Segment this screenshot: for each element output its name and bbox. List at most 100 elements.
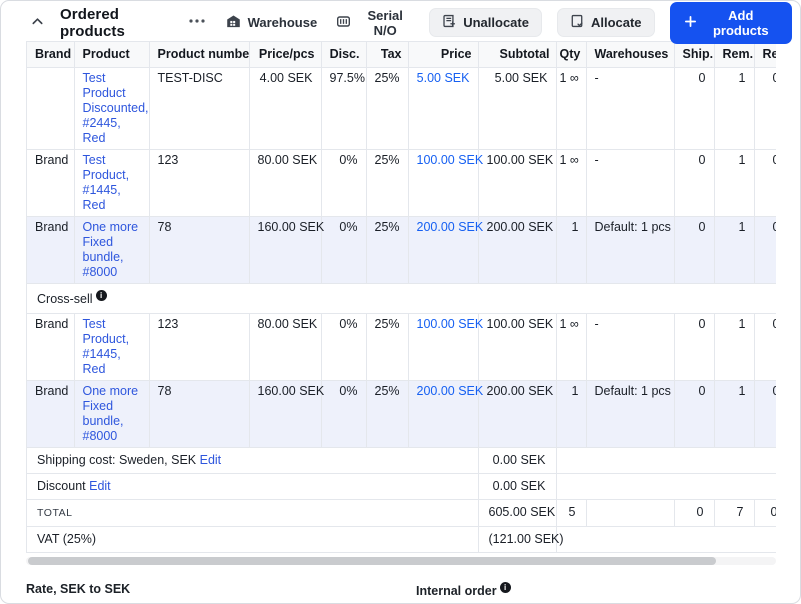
section-title: Ordered products (60, 6, 185, 40)
product-row: BrandTest Product, #1445, Red12380.00 SE… (27, 150, 776, 217)
cell-number: 78 (149, 217, 249, 284)
header-actions: Warehouse Serial N/O Unallocate Allocate (185, 2, 792, 44)
summary-row-discount: Discount Edit 0.00 SEK (27, 474, 776, 500)
summary-row-discount-value: 0.00 SEK (478, 474, 556, 500)
cell-qty: 1 ∞ (556, 150, 586, 217)
summary-row-vat: VAT (25%)(121.00 SEK) (27, 527, 776, 553)
warehouse-button[interactable]: Warehouse (224, 10, 320, 36)
serial-no-button[interactable]: Serial N/O (334, 4, 414, 42)
column-header-disc: Disc. (321, 42, 366, 68)
total-warehouses (586, 500, 674, 527)
cell-price-pcs: 80.00 SEK (249, 314, 321, 381)
table-body: Test Product Discounted, #2445, RedTEST-… (27, 68, 776, 553)
price-link[interactable]: 200.00 SEK (417, 384, 484, 398)
product-row: BrandOne more Fixed bundle, #800078160.0… (27, 381, 776, 448)
shipping-edit-link[interactable]: Edit (200, 453, 222, 467)
column-header-ship: Ship. (674, 42, 714, 68)
cell-price-pcs: 80.00 SEK (249, 150, 321, 217)
cell-subtotal: 200.00 SEK (478, 217, 556, 284)
cross-sell-row: Cross-selli (27, 284, 776, 314)
cell-price-pcs: 4.00 SEK (249, 68, 321, 150)
discount-edit-link[interactable]: Edit (89, 479, 111, 493)
cell-ship: 0 (674, 217, 714, 284)
product-link[interactable]: Test Product Discounted, #2445, Red (83, 71, 149, 145)
product-link[interactable]: Test Product, #1445, Red (83, 317, 130, 376)
cell-ship: 0 (674, 150, 714, 217)
column-header-price-pcs: Price/pcs (249, 42, 321, 68)
product-link[interactable]: Test Product, #1445, Red (83, 153, 130, 212)
shipping-cost-label: Shipping cost: Sweden, SEK (37, 453, 200, 467)
products-table: BrandProductProduct numberPrice/pcsDisc.… (27, 42, 776, 553)
add-products-label: Add products (704, 8, 778, 38)
summary-row-total-label-cell: TOTAL (27, 500, 478, 527)
price-link[interactable]: 200.00 SEK (417, 220, 484, 234)
cell-price: 100.00 SEK (408, 150, 478, 217)
cell-product: Test Product, #1445, Red (74, 314, 149, 381)
table-header-row: BrandProductProduct numberPrice/pcsDisc.… (27, 42, 776, 68)
unallocate-label: Unallocate (463, 15, 529, 30)
cell-price-pcs: 160.00 SEK (249, 381, 321, 448)
cell-warehouses: Default: 1 pcs (586, 381, 674, 448)
cell-ship: 0 (674, 381, 714, 448)
cell-rem: 1 (714, 150, 754, 217)
column-header-product: Product (74, 42, 149, 68)
summary-row-total: TOTAL605.00 SEK5070 (27, 500, 776, 527)
cell-price-pcs: 160.00 SEK (249, 217, 321, 284)
total-ship: 0 (674, 500, 714, 527)
chevron-up-icon (30, 14, 45, 32)
column-header-tax: Tax (366, 42, 408, 68)
product-link[interactable]: One more Fixed bundle, #8000 (83, 384, 139, 443)
rate-label: Rate, SEK to SEK (26, 582, 304, 596)
cell-brand: Brand (27, 314, 74, 381)
column-header-price: Price (408, 42, 478, 68)
price-link[interactable]: 5.00 SEK (417, 71, 470, 85)
column-header-subtotal: Subtotal (478, 42, 556, 68)
cell-tax: 25% (366, 217, 408, 284)
add-products-button[interactable]: Add products (670, 2, 792, 44)
unallocate-button[interactable]: Unallocate (429, 8, 542, 37)
cell-rem: 1 (714, 68, 754, 150)
horizontal-scrollbar[interactable] (26, 557, 776, 565)
cell-brand: Brand (27, 150, 74, 217)
empty-cell (556, 448, 776, 474)
cell-qty: 1 (556, 381, 586, 448)
discount-label: Discount (37, 479, 89, 493)
allocate-label: Allocate (591, 15, 642, 30)
column-header-brand: Brand (27, 42, 74, 68)
cell-disc: 0% (321, 314, 366, 381)
cell-tax: 25% (366, 68, 408, 150)
cell-product: Test Product, #1445, Red (74, 150, 149, 217)
cross-sell-label: Cross-sell (37, 292, 93, 306)
cell-ret: 0 (754, 381, 776, 448)
cell-warehouses: Default: 1 pcs (586, 217, 674, 284)
scrollbar-thumb[interactable] (28, 557, 716, 565)
cell-ret: 0 (754, 150, 776, 217)
column-header-qty: Qty (556, 42, 586, 68)
cell-rem: 1 (714, 381, 754, 448)
ordered-products-card: Ordered products Warehouse Serial N/O (0, 0, 801, 604)
total-ret: 0 (754, 500, 776, 527)
cell-subtotal: 5.00 SEK (478, 68, 556, 150)
cell-tax: 25% (366, 381, 408, 448)
info-icon: i (96, 290, 107, 301)
cell-ship: 0 (674, 314, 714, 381)
allocate-button[interactable]: Allocate (557, 8, 655, 37)
summary-row-total-value: 605.00 SEK (478, 500, 556, 527)
cell-qty: 1 (556, 217, 586, 284)
cell-ship: 0 (674, 68, 714, 150)
cell-tax: 25% (366, 150, 408, 217)
column-header-rem: Rem. (714, 42, 754, 68)
price-link[interactable]: 100.00 SEK (417, 317, 484, 331)
cell-product: Test Product Discounted, #2445, Red (74, 68, 149, 150)
product-link[interactable]: One more Fixed bundle, #8000 (83, 220, 139, 279)
cell-price: 200.00 SEK (408, 381, 478, 448)
cell-number: 123 (149, 314, 249, 381)
cell-qty: 1 ∞ (556, 314, 586, 381)
ellipsis-icon (188, 14, 206, 31)
more-menu-button[interactable] (185, 11, 209, 34)
price-link[interactable]: 100.00 SEK (417, 153, 484, 167)
cell-rem: 1 (714, 217, 754, 284)
summary-row-vat-value: (121.00 SEK) (478, 527, 556, 553)
collapse-section-button[interactable] (28, 12, 47, 34)
cell-tax: 25% (366, 314, 408, 381)
